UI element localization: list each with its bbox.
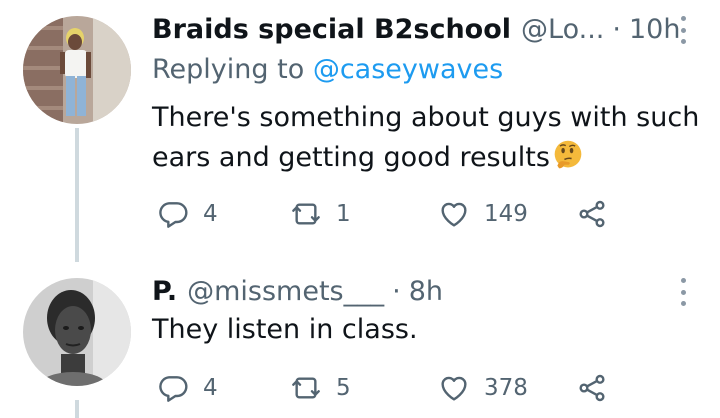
like-button[interactable]: 378 bbox=[438, 368, 528, 408]
more-options-icon[interactable] bbox=[678, 16, 688, 44]
display-name[interactable]: Braids special B2school bbox=[152, 14, 511, 45]
timestamp[interactable]: 8h bbox=[409, 276, 443, 307]
share-icon bbox=[579, 200, 605, 228]
timestamp[interactable]: 10h bbox=[629, 14, 680, 45]
thread-line bbox=[75, 400, 79, 418]
tweet-text-content: There's something about guys with such e… bbox=[152, 102, 700, 173]
separator-dot: · bbox=[392, 275, 401, 307]
separator-dot: · bbox=[612, 13, 621, 45]
tweet[interactable]: Braids special B2school @Lo... · 10h Rep… bbox=[0, 0, 720, 262]
like-count: 378 bbox=[484, 375, 528, 401]
retweet-button[interactable]: 5 bbox=[290, 368, 351, 408]
retweet-count: 5 bbox=[336, 375, 351, 401]
tweet[interactable]: P. @missmets___ · 8h They listen in clas… bbox=[0, 262, 720, 418]
share-icon bbox=[579, 374, 605, 402]
heart-icon bbox=[441, 376, 467, 401]
avatar-photo bbox=[23, 278, 131, 386]
tweet-text-content: They listen in class. bbox=[152, 314, 418, 345]
tweet-text: They listen in class. bbox=[152, 310, 707, 350]
avatar-photo bbox=[23, 16, 131, 124]
more-options-icon[interactable] bbox=[678, 278, 688, 306]
share-button[interactable] bbox=[576, 194, 608, 234]
reply-button[interactable]: 4 bbox=[157, 368, 218, 408]
reply-button[interactable]: 4 bbox=[157, 194, 218, 234]
avatar[interactable] bbox=[23, 278, 131, 386]
tweet-actions: 4 5 378 bbox=[152, 368, 652, 408]
replying-to-mention[interactable]: @caseywaves bbox=[313, 54, 503, 85]
replying-to: Replying to @caseywaves bbox=[152, 54, 503, 85]
retweet-count: 1 bbox=[336, 201, 351, 227]
share-button[interactable] bbox=[576, 368, 608, 408]
display-name[interactable]: P. bbox=[152, 276, 177, 307]
thinking-face-icon bbox=[554, 140, 582, 169]
like-count: 149 bbox=[484, 201, 528, 227]
reply-icon bbox=[159, 202, 188, 228]
reply-icon bbox=[159, 376, 188, 402]
retweet-icon bbox=[292, 203, 320, 225]
like-button[interactable]: 149 bbox=[438, 194, 528, 234]
retweet-button[interactable]: 1 bbox=[290, 194, 351, 234]
user-handle[interactable]: @Lo... bbox=[521, 14, 604, 45]
tweet-actions: 4 1 149 bbox=[152, 194, 652, 234]
user-handle[interactable]: @missmets___ bbox=[187, 276, 384, 307]
avatar[interactable] bbox=[23, 16, 131, 124]
tweet-header: P. @missmets___ · 8h bbox=[152, 272, 443, 310]
heart-icon bbox=[441, 202, 467, 227]
replying-to-label: Replying to bbox=[152, 54, 305, 85]
reply-count: 4 bbox=[203, 201, 218, 227]
tweet-header: Braids special B2school @Lo... · 10h bbox=[152, 10, 680, 48]
thread-line bbox=[75, 128, 79, 262]
reply-count: 4 bbox=[203, 375, 218, 401]
tweet-text: There's something about guys with such e… bbox=[152, 98, 707, 178]
retweet-icon bbox=[292, 377, 320, 399]
